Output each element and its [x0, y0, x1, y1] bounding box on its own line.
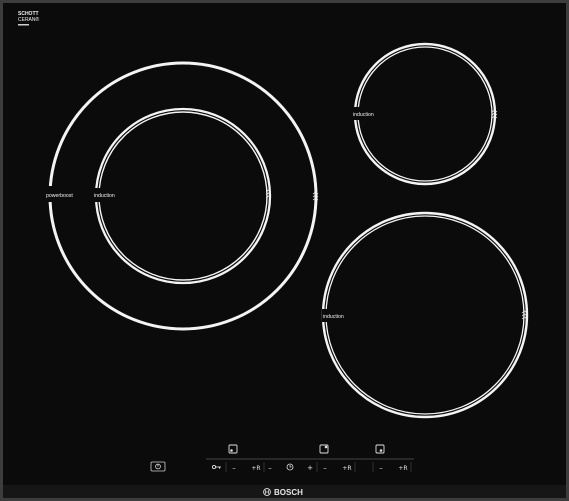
- large-zone-induction-label: induction: [94, 193, 115, 199]
- timer-minus-symbol: –: [268, 464, 272, 472]
- left-zone-boost-button[interactable]: +R: [251, 465, 260, 472]
- left-minus-symbol: –: [232, 464, 236, 472]
- back-right-zone-boost-button[interactable]: +R: [342, 465, 351, 472]
- back-right-boost-symbol: +R: [342, 465, 351, 472]
- back-right-zone-minus-button[interactable]: –: [323, 464, 327, 472]
- small-zone-induction-label: induction: [353, 112, 374, 118]
- left-zone-minus-button[interactable]: –: [232, 464, 236, 472]
- front-right-zone-boost-button[interactable]: +R: [398, 465, 407, 472]
- bosch-wordmark: BOSCH: [274, 488, 303, 497]
- medium-zone-induction-label: induction: [323, 314, 344, 320]
- timer-minus-button[interactable]: –: [268, 464, 272, 472]
- timer-plus-button[interactable]: +: [307, 464, 313, 472]
- back-right-minus-symbol: –: [323, 464, 327, 472]
- ceran-logo-text: CERAN®: [18, 16, 40, 23]
- front-right-zone-minus-button[interactable]: –: [379, 464, 383, 472]
- glass-surface: [3, 3, 566, 489]
- front-right-boost-symbol: +R: [398, 465, 407, 472]
- powerboost-label: powerboost: [46, 193, 73, 199]
- cooktop: SCHOTT CERAN® powerboost induction induc…: [0, 0, 569, 501]
- timer-plus-symbol: +: [307, 464, 313, 472]
- left-boost-symbol: +R: [251, 465, 260, 472]
- front-right-minus-symbol: –: [379, 464, 383, 472]
